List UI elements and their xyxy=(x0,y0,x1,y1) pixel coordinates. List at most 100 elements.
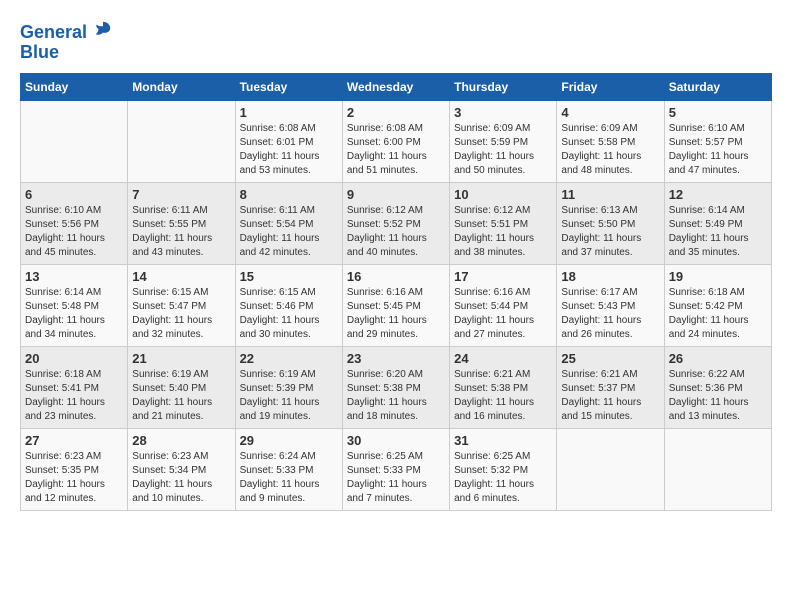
day-info: Sunrise: 6:25 AM Sunset: 5:33 PM Dayligh… xyxy=(347,450,445,506)
day-number: 5 xyxy=(669,105,767,120)
logo-general: General xyxy=(20,22,87,42)
calendar-cell: 28 Sunrise: 6:23 AM Sunset: 5:34 PM Dayli… xyxy=(128,428,235,510)
header-day-friday: Friday xyxy=(557,73,664,100)
calendar-cell: 25Sunrise: 6:21 AM Sunset: 5:37 PM Dayli… xyxy=(557,346,664,428)
day-number: 2 xyxy=(347,105,445,120)
logo: General Blue xyxy=(20,20,112,63)
calendar-cell: 23 Sunrise: 6:20 AM Sunset: 5:38 PM Dayli… xyxy=(342,346,449,428)
calendar-cell: 30 Sunrise: 6:25 AM Sunset: 5:33 PM Dayli… xyxy=(342,428,449,510)
day-number: 14 xyxy=(132,269,230,284)
day-number: 11 xyxy=(561,187,659,202)
day-number: 18 xyxy=(561,269,659,284)
calendar-cell: 1 Sunrise: 6:08 AM Sunset: 6:01 PM Daylig… xyxy=(235,100,342,182)
calendar-cell: 21 Sunrise: 6:19 AM Sunset: 5:40 PM Dayli… xyxy=(128,346,235,428)
day-info: Sunrise: 6:17 AM Sunset: 5:43 PM Dayligh… xyxy=(561,286,659,342)
day-number: 27 xyxy=(25,433,123,448)
day-info: Sunrise: 6:16 AM Sunset: 5:44 PM Dayligh… xyxy=(454,286,552,342)
day-number: 22 xyxy=(240,351,338,366)
header-day-sunday: Sunday xyxy=(21,73,128,100)
calendar-cell: 8 Sunrise: 6:11 AM Sunset: 5:54 PM Daylig… xyxy=(235,182,342,264)
page-header: General Blue xyxy=(20,20,772,63)
calendar-week-row: 27 Sunrise: 6:23 AM Sunset: 5:35 PM Dayli… xyxy=(21,428,772,510)
calendar-cell xyxy=(128,100,235,182)
calendar-cell: 18 Sunrise: 6:17 AM Sunset: 5:43 PM Dayli… xyxy=(557,264,664,346)
day-number: 9 xyxy=(347,187,445,202)
header-day-thursday: Thursday xyxy=(450,73,557,100)
day-info: Sunrise: 6:24 AM Sunset: 5:33 PM Dayligh… xyxy=(240,450,338,506)
day-number: 3 xyxy=(454,105,552,120)
calendar-cell: 4Sunrise: 6:09 AM Sunset: 5:58 PM Daylig… xyxy=(557,100,664,182)
header-day-monday: Monday xyxy=(128,73,235,100)
day-info: Sunrise: 6:20 AM Sunset: 5:38 PM Dayligh… xyxy=(347,368,445,424)
day-number: 30 xyxy=(347,433,445,448)
day-number: 10 xyxy=(454,187,552,202)
day-number: 12 xyxy=(669,187,767,202)
day-info: Sunrise: 6:15 AM Sunset: 5:47 PM Dayligh… xyxy=(132,286,230,342)
calendar-week-row: 20Sunrise: 6:18 AM Sunset: 5:41 PM Dayli… xyxy=(21,346,772,428)
day-number: 31 xyxy=(454,433,552,448)
day-info: Sunrise: 6:16 AM Sunset: 5:45 PM Dayligh… xyxy=(347,286,445,342)
calendar-cell: 20Sunrise: 6:18 AM Sunset: 5:41 PM Dayli… xyxy=(21,346,128,428)
day-number: 8 xyxy=(240,187,338,202)
calendar-cell: 27 Sunrise: 6:23 AM Sunset: 5:35 PM Dayli… xyxy=(21,428,128,510)
day-number: 15 xyxy=(240,269,338,284)
day-info: Sunrise: 6:21 AM Sunset: 5:37 PM Dayligh… xyxy=(561,368,659,424)
calendar-cell: 22 Sunrise: 6:19 AM Sunset: 5:39 PM Dayli… xyxy=(235,346,342,428)
calendar-cell: 11 Sunrise: 6:13 AM Sunset: 5:50 PM Dayli… xyxy=(557,182,664,264)
calendar-cell: 12 Sunrise: 6:14 AM Sunset: 5:49 PM Dayli… xyxy=(664,182,771,264)
day-number: 23 xyxy=(347,351,445,366)
day-number: 17 xyxy=(454,269,552,284)
day-number: 7 xyxy=(132,187,230,202)
day-info: Sunrise: 6:19 AM Sunset: 5:40 PM Dayligh… xyxy=(132,368,230,424)
header-day-saturday: Saturday xyxy=(664,73,771,100)
day-info: Sunrise: 6:08 AM Sunset: 6:01 PM Dayligh… xyxy=(240,122,338,178)
day-info: Sunrise: 6:13 AM Sunset: 5:50 PM Dayligh… xyxy=(561,204,659,260)
day-number: 16 xyxy=(347,269,445,284)
calendar-table: SundayMondayTuesdayWednesdayThursdayFrid… xyxy=(20,73,772,511)
day-info: Sunrise: 6:14 AM Sunset: 5:49 PM Dayligh… xyxy=(669,204,767,260)
calendar-week-row: 1 Sunrise: 6:08 AM Sunset: 6:01 PM Daylig… xyxy=(21,100,772,182)
day-number: 29 xyxy=(240,433,338,448)
day-number: 4 xyxy=(561,105,659,120)
day-info: Sunrise: 6:11 AM Sunset: 5:55 PM Dayligh… xyxy=(132,204,230,260)
day-number: 28 xyxy=(132,433,230,448)
calendar-cell: 24Sunrise: 6:21 AM Sunset: 5:38 PM Dayli… xyxy=(450,346,557,428)
day-number: 6 xyxy=(25,187,123,202)
calendar-cell xyxy=(557,428,664,510)
calendar-cell: 19 Sunrise: 6:18 AM Sunset: 5:42 PM Dayli… xyxy=(664,264,771,346)
day-info: Sunrise: 6:23 AM Sunset: 5:34 PM Dayligh… xyxy=(132,450,230,506)
calendar-cell: 2 Sunrise: 6:08 AM Sunset: 6:00 PM Daylig… xyxy=(342,100,449,182)
calendar-cell xyxy=(664,428,771,510)
calendar-week-row: 13 Sunrise: 6:14 AM Sunset: 5:48 PM Dayli… xyxy=(21,264,772,346)
day-info: Sunrise: 6:09 AM Sunset: 5:59 PM Dayligh… xyxy=(454,122,552,178)
day-number: 20 xyxy=(25,351,123,366)
header-day-wednesday: Wednesday xyxy=(342,73,449,100)
day-number: 26 xyxy=(669,351,767,366)
day-info: Sunrise: 6:14 AM Sunset: 5:48 PM Dayligh… xyxy=(25,286,123,342)
day-info: Sunrise: 6:08 AM Sunset: 6:00 PM Dayligh… xyxy=(347,122,445,178)
calendar-cell: 31 Sunrise: 6:25 AM Sunset: 5:32 PM Dayli… xyxy=(450,428,557,510)
day-info: Sunrise: 6:12 AM Sunset: 5:51 PM Dayligh… xyxy=(454,204,552,260)
day-number: 21 xyxy=(132,351,230,366)
day-info: Sunrise: 6:15 AM Sunset: 5:46 PM Dayligh… xyxy=(240,286,338,342)
calendar-cell: 10 Sunrise: 6:12 AM Sunset: 5:51 PM Dayli… xyxy=(450,182,557,264)
day-info: Sunrise: 6:22 AM Sunset: 5:36 PM Dayligh… xyxy=(669,368,767,424)
calendar-cell: 15 Sunrise: 6:15 AM Sunset: 5:46 PM Dayli… xyxy=(235,264,342,346)
day-info: Sunrise: 6:23 AM Sunset: 5:35 PM Dayligh… xyxy=(25,450,123,506)
day-number: 24 xyxy=(454,351,552,366)
calendar-cell: 9Sunrise: 6:12 AM Sunset: 5:52 PM Daylig… xyxy=(342,182,449,264)
logo-blue: Blue xyxy=(20,42,59,62)
day-number: 13 xyxy=(25,269,123,284)
day-info: Sunrise: 6:19 AM Sunset: 5:39 PM Dayligh… xyxy=(240,368,338,424)
day-info: Sunrise: 6:10 AM Sunset: 5:56 PM Dayligh… xyxy=(25,204,123,260)
calendar-cell: 14 Sunrise: 6:15 AM Sunset: 5:47 PM Dayli… xyxy=(128,264,235,346)
calendar-week-row: 6 Sunrise: 6:10 AM Sunset: 5:56 PM Daylig… xyxy=(21,182,772,264)
logo-text: General Blue xyxy=(20,20,112,63)
calendar-cell: 6 Sunrise: 6:10 AM Sunset: 5:56 PM Daylig… xyxy=(21,182,128,264)
day-info: Sunrise: 6:11 AM Sunset: 5:54 PM Dayligh… xyxy=(240,204,338,260)
day-info: Sunrise: 6:18 AM Sunset: 5:42 PM Dayligh… xyxy=(669,286,767,342)
day-number: 19 xyxy=(669,269,767,284)
day-info: Sunrise: 6:25 AM Sunset: 5:32 PM Dayligh… xyxy=(454,450,552,506)
calendar-cell: 16 Sunrise: 6:16 AM Sunset: 5:45 PM Dayli… xyxy=(342,264,449,346)
day-number: 1 xyxy=(240,105,338,120)
